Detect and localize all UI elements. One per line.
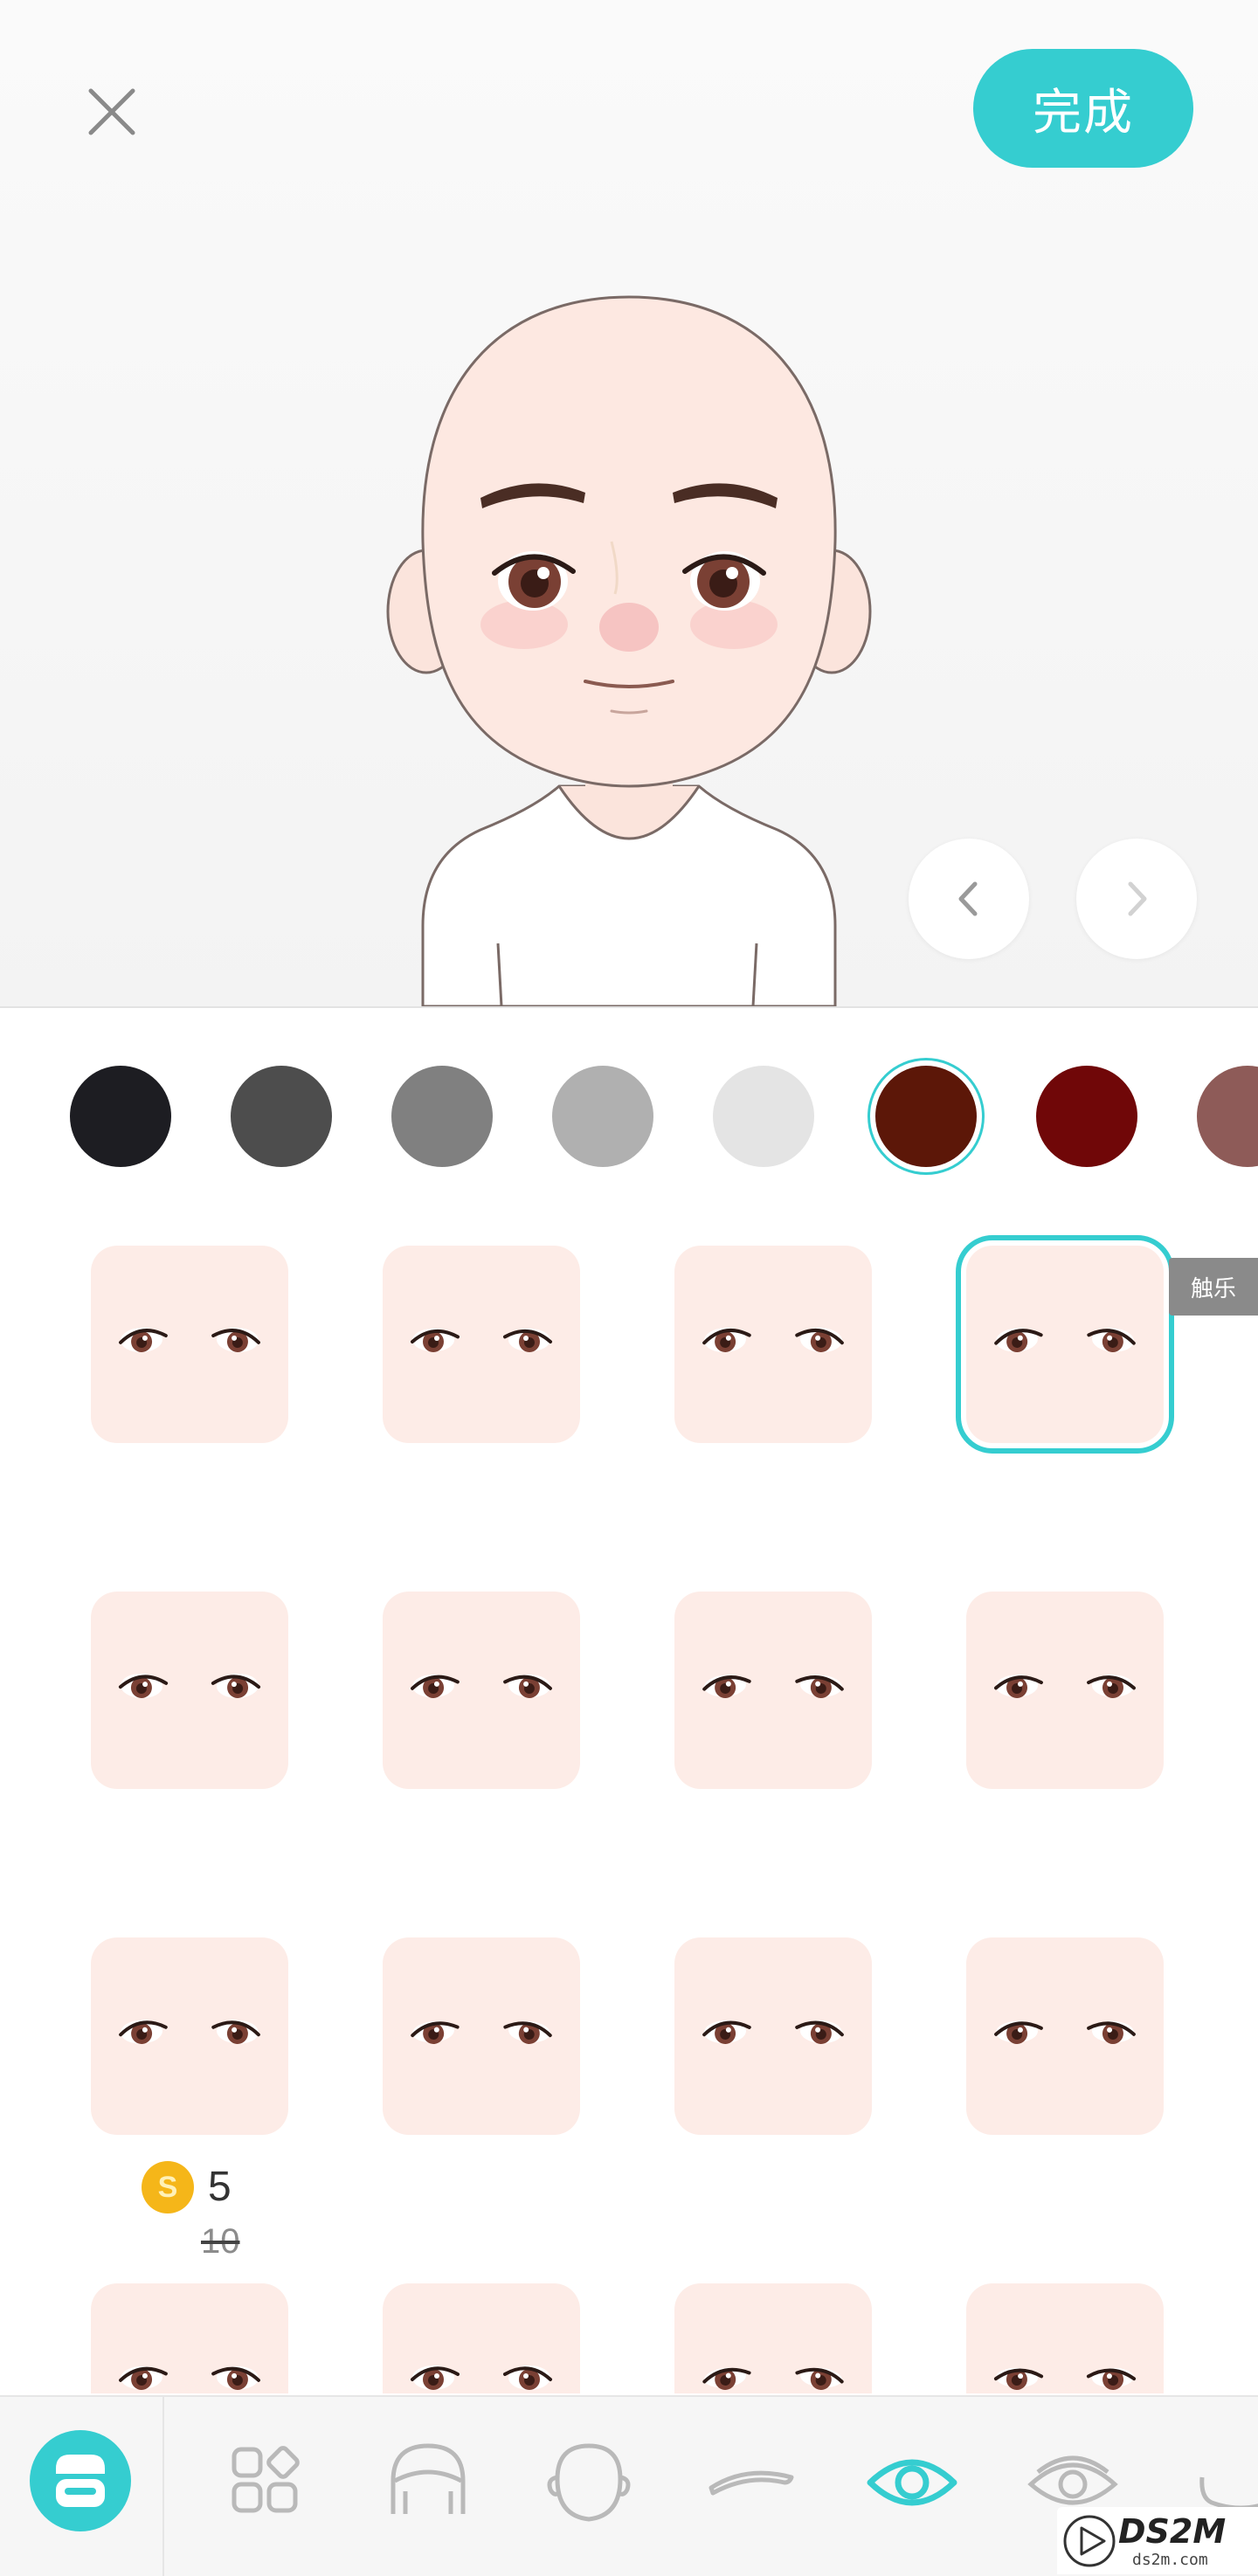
eye-style-option[interactable] [383, 2283, 580, 2393]
eye-style-option[interactable] [674, 1592, 872, 1789]
eye-style-option[interactable] [383, 1937, 580, 2135]
eye-style-option[interactable] [383, 1246, 580, 1443]
color-swatch[interactable] [70, 1066, 171, 1167]
eye-style-preview [702, 1675, 844, 1698]
price-original: 10 [201, 2222, 240, 2261]
eye-style-preview [994, 2020, 1136, 2044]
logo-subtext: ds2m.com [1132, 2551, 1208, 2569]
apps-grid-icon[interactable] [213, 2430, 318, 2535]
eye-style-option[interactable] [91, 2283, 288, 2393]
logo-text: DS2M [1118, 2512, 1227, 2551]
hair-icon[interactable] [376, 2430, 480, 2535]
color-swatch[interactable] [1036, 1066, 1137, 1167]
eye-style-option[interactable] [966, 2283, 1164, 2393]
eye-style-preview [411, 2020, 552, 2044]
eye-style-preview [702, 2367, 844, 2390]
color-swatch[interactable] [875, 1066, 977, 1167]
eye-style-preview [702, 1327, 844, 1353]
eye-style-preview [411, 2365, 552, 2390]
color-swatch[interactable] [231, 1066, 332, 1167]
eye-style-option[interactable] [91, 1592, 288, 1789]
eye-style-preview [994, 1675, 1136, 1698]
eye-style-preview [118, 1673, 261, 1699]
eye-style-preview [993, 2367, 1137, 2390]
eye-style-option[interactable] [91, 1246, 288, 1443]
watermark-tag: 触乐 [1169, 1258, 1258, 1316]
eye-style-option[interactable] [956, 1235, 1174, 1454]
toolbar-divider [162, 2397, 164, 2576]
play-logo-icon [1063, 2515, 1116, 2567]
color-swatch[interactable] [391, 1066, 493, 1167]
close-icon[interactable] [84, 84, 140, 140]
coin-icon: S [142, 2161, 194, 2213]
eye-style-grid [0, 1223, 1258, 2393]
eye-style-preview [994, 1328, 1136, 1352]
color-swatch[interactable] [552, 1066, 653, 1167]
eye-style-option[interactable] [966, 1937, 1164, 2135]
chevron-right-icon [1128, 881, 1147, 916]
avatar-preview: 完成 [0, 0, 1258, 1008]
eye-style-preview [411, 1328, 552, 1352]
eye-style-preview [119, 1327, 260, 1353]
eyebrow-icon[interactable] [699, 2430, 804, 2535]
eye-style-preview [119, 2365, 260, 2390]
color-swatch[interactable] [713, 1066, 814, 1167]
done-button[interactable]: 完成 [973, 49, 1193, 168]
eye-style-option[interactable] [674, 1937, 872, 2135]
eye-style-option[interactable] [674, 2283, 872, 2393]
face-shape-icon[interactable] [536, 2430, 641, 2535]
eye-color-palette [0, 1057, 1258, 1171]
site-logo-watermark: DS2M ds2m.com [1057, 2507, 1258, 2574]
avatar-home-icon[interactable] [30, 2430, 131, 2531]
avatar-figure [349, 280, 909, 1008]
color-swatch[interactable] [1197, 1066, 1258, 1167]
eye-style-preview [702, 2020, 844, 2044]
chevron-left-icon [958, 881, 978, 916]
eye-style-preview [119, 2020, 260, 2044]
eye-style-option[interactable] [966, 1592, 1164, 1789]
eye-style-option[interactable] [91, 1937, 288, 2135]
price-current: 5 [208, 2164, 232, 2210]
eye-style-option[interactable] [383, 1592, 580, 1789]
previous-button[interactable] [909, 839, 1029, 959]
eye-style-preview [411, 1674, 552, 1698]
next-button[interactable] [1076, 839, 1197, 959]
eye-style-option[interactable] [674, 1246, 872, 1443]
eye-icon[interactable] [860, 2430, 964, 2535]
